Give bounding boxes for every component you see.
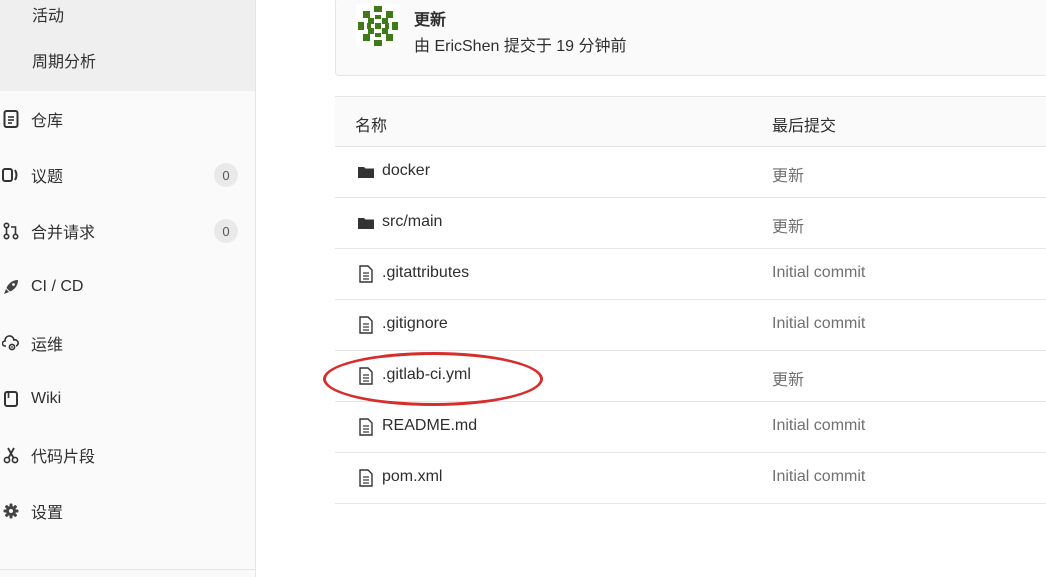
issues-count-badge: 0 (214, 163, 238, 187)
file-icon (358, 469, 374, 487)
sidebar-item-label: 议题 (31, 169, 64, 186)
gear-icon (2, 502, 20, 520)
book-icon (2, 390, 20, 408)
file-name[interactable]: src/main (382, 213, 442, 231)
issues-icon (2, 166, 20, 184)
sidebar: 活动 周期分析 仓库 议题 0 合并请求 0 CI / CD 运维 Wiki 代… (0, 0, 256, 577)
sidebar-divider (0, 569, 255, 570)
submenu-item-cycle-analytics[interactable]: 周期分析 (32, 48, 96, 72)
file-name[interactable]: .gitlab-ci.yml (382, 366, 471, 384)
file-commit-message[interactable]: Initial commit (772, 417, 865, 435)
table-row[interactable]: docker 更新 (335, 147, 1046, 198)
sidebar-item-label: CI / CD (31, 278, 84, 295)
table-row[interactable]: README.md Initial commit (335, 402, 1046, 453)
table-row[interactable]: .gitattributes Initial commit (335, 249, 1046, 300)
merge-request-icon (2, 222, 20, 240)
table-row[interactable]: pom.xml Initial commit (335, 453, 1046, 504)
merge-requests-count-badge: 0 (214, 219, 238, 243)
folder-icon (358, 214, 374, 232)
file-icon (358, 367, 374, 385)
sidebar-item-operations[interactable]: 运维 (0, 323, 255, 363)
scissors-icon (2, 446, 20, 464)
sidebar-item-label: 代码片段 (31, 449, 96, 466)
sidebar-item-label: 运维 (31, 337, 64, 354)
file-name[interactable]: .gitignore (382, 315, 448, 333)
file-commit-message[interactable]: 更新 (772, 162, 804, 186)
file-commit-message[interactable]: Initial commit (772, 315, 865, 333)
sidebar-item-label: 设置 (31, 505, 64, 522)
avatar[interactable] (356, 4, 400, 48)
file-name[interactable]: README.md (382, 417, 477, 435)
sidebar-item-wiki[interactable]: Wiki (0, 379, 255, 419)
file-commit-message[interactable]: Initial commit (772, 264, 865, 282)
sidebar-item-label: 合并请求 (31, 225, 96, 242)
sidebar-item-snippets[interactable]: 代码片段 (0, 435, 255, 475)
commit-title[interactable]: 更新 (414, 6, 446, 30)
table-row[interactable]: .gitlab-ci.yml 更新 (335, 351, 1046, 402)
file-table-header (335, 96, 1046, 147)
column-header-name: 名称 (355, 118, 388, 135)
folder-icon (358, 163, 374, 181)
sidebar-item-label: 仓库 (31, 113, 64, 130)
rocket-icon (2, 278, 20, 296)
repository-icon (2, 110, 20, 128)
sidebar-item-merge-requests[interactable]: 合并请求 0 (0, 211, 255, 251)
file-commit-message[interactable]: 更新 (772, 366, 804, 390)
table-row[interactable]: .gitignore Initial commit (335, 300, 1046, 351)
file-icon (358, 418, 374, 436)
submenu-item-activity[interactable]: 活动 (32, 2, 64, 26)
sidebar-item-repository[interactable]: 仓库 (0, 99, 255, 139)
file-name[interactable]: docker (382, 162, 430, 180)
operations-icon (2, 334, 20, 352)
file-name[interactable]: pom.xml (382, 468, 442, 486)
file-commit-message[interactable]: Initial commit (772, 468, 865, 486)
file-name[interactable]: .gitattributes (382, 264, 469, 282)
sidebar-item-settings[interactable]: 设置 (0, 491, 255, 531)
sidebar-item-label: Wiki (31, 390, 62, 407)
column-header-last-commit: 最后提交 (772, 118, 837, 135)
commit-author-time: 由 EricShen 提交于 19 分钟前 (414, 38, 627, 55)
sidebar-item-issues[interactable]: 议题 0 (0, 155, 255, 195)
sidebar-item-ci-cd[interactable]: CI / CD (0, 267, 255, 307)
file-icon (358, 265, 374, 283)
table-row[interactable]: src/main 更新 (335, 198, 1046, 249)
analytics-submenu: 活动 周期分析 (0, 0, 255, 91)
file-commit-message[interactable]: 更新 (772, 213, 804, 237)
file-icon (358, 316, 374, 334)
